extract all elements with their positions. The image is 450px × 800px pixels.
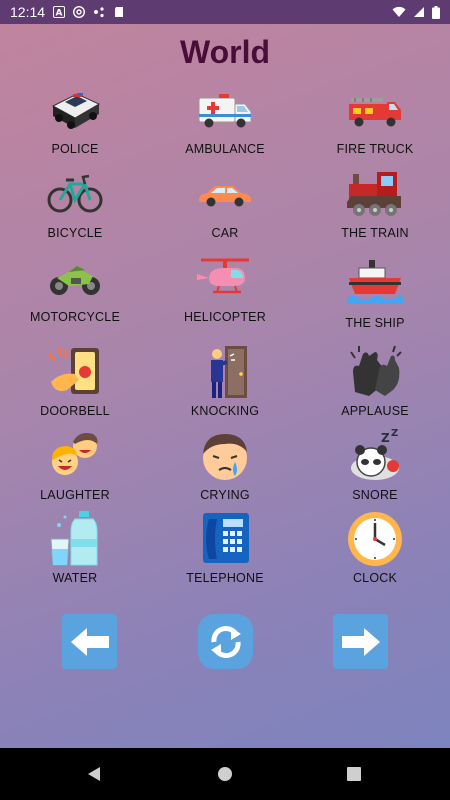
tile-label: TELEPHONE	[186, 571, 264, 585]
tile-crying[interactable]: CRYING	[150, 426, 300, 502]
tile-label: AMBULANCE	[185, 142, 265, 156]
svg-text:Z: Z	[391, 428, 398, 439]
at-sign-notification-icon	[73, 6, 86, 18]
next-button[interactable]	[333, 614, 388, 669]
svg-text:A: A	[56, 9, 63, 19]
status-bar: 12:14 A	[0, 0, 450, 24]
recents-icon[interactable]	[347, 767, 361, 781]
tile-label: WATER	[52, 571, 98, 585]
crying-face-icon	[203, 434, 247, 480]
clock-icon	[348, 512, 402, 566]
knocking-door-icon	[211, 346, 247, 398]
refresh-icon	[210, 625, 241, 658]
car-icon	[199, 186, 251, 207]
tile-label: POLICE	[51, 142, 99, 156]
tile-label: MOTORCYCLE	[30, 310, 120, 324]
back-icon[interactable]	[86, 766, 102, 782]
tile-knocking[interactable]: KNOCKING	[150, 342, 300, 418]
cell-signal-icon	[414, 7, 424, 17]
helicopter-icon	[197, 258, 249, 294]
tile-label: DOORBELL	[40, 404, 110, 418]
home-icon[interactable]	[217, 766, 233, 782]
water-bottle-icon	[50, 511, 98, 566]
tile-doorbell[interactable]: DOORBELL	[0, 342, 150, 418]
tile-label: FIRE TRUCK	[336, 142, 414, 156]
text-a-notification-icon: A	[53, 6, 66, 19]
tile-label: BICYCLE	[47, 226, 103, 240]
share-dots-notification-icon	[94, 7, 104, 18]
tile-label: THE TRAIN	[341, 226, 409, 240]
screen-title: World	[179, 34, 271, 70]
tile-snore[interactable]: Z Z SNORE	[300, 426, 450, 502]
police-car-icon	[51, 93, 101, 129]
tile-telephone[interactable]: TELEPHONE	[150, 509, 300, 585]
tile-label: LAUGHTER	[40, 488, 110, 502]
train-icon	[347, 172, 401, 216]
sd-card-notification-icon	[115, 7, 124, 17]
status-time: 12:14	[10, 4, 46, 20]
tile-label: CAR	[211, 226, 239, 240]
fire-truck-icon	[349, 98, 401, 127]
ship-icon	[347, 260, 403, 304]
doorbell-icon	[48, 347, 99, 394]
previous-button[interactable]	[62, 614, 117, 669]
tile-motorcycle[interactable]: MOTORCYCLE	[0, 248, 150, 324]
tile-applause[interactable]: APPLAUSE	[300, 342, 450, 418]
tile-laughter[interactable]: LAUGHTER	[0, 426, 150, 502]
arrow-left-icon	[70, 627, 109, 656]
arrow-right-icon	[341, 627, 380, 656]
tile-label: CRYING	[200, 488, 250, 502]
tile-label: THE SHIP	[345, 316, 405, 330]
tile-label: SNORE	[352, 488, 398, 502]
ambulance-icon	[198, 94, 252, 128]
refresh-button[interactable]	[198, 614, 253, 669]
tile-clock[interactable]: CLOCK	[300, 509, 450, 585]
tile-the-train[interactable]: THE TRAIN	[300, 164, 450, 240]
tile-label: KNOCKING	[190, 404, 260, 418]
bicycle-icon	[47, 174, 103, 213]
system-navigation-bar	[0, 748, 450, 800]
tile-fire-truck[interactable]: FIRE TRUCK	[300, 80, 450, 156]
tile-the-ship[interactable]: THE SHIP	[300, 254, 450, 330]
telephone-icon	[203, 513, 249, 563]
clapping-hands-icon	[350, 345, 402, 396]
laughing-faces-icon	[52, 433, 98, 475]
tile-label: CLOCK	[352, 571, 398, 585]
tile-helicopter[interactable]: HELICOPTER	[150, 248, 300, 324]
wifi-icon	[392, 6, 406, 17]
battery-icon	[432, 5, 440, 19]
tile-label: HELICOPTER	[184, 310, 266, 324]
tile-police[interactable]: POLICE	[0, 80, 150, 156]
motorcycle-icon	[50, 266, 100, 295]
sleeping-panda-icon: Z Z	[351, 428, 399, 480]
tile-water[interactable]: WATER	[0, 509, 150, 585]
tile-label: APPLAUSE	[341, 404, 409, 418]
tile-ambulance[interactable]: AMBULANCE	[150, 80, 300, 156]
svg-text:Z: Z	[381, 431, 390, 445]
tile-car[interactable]: CAR	[150, 164, 300, 240]
tile-bicycle[interactable]: BICYCLE	[0, 164, 150, 240]
